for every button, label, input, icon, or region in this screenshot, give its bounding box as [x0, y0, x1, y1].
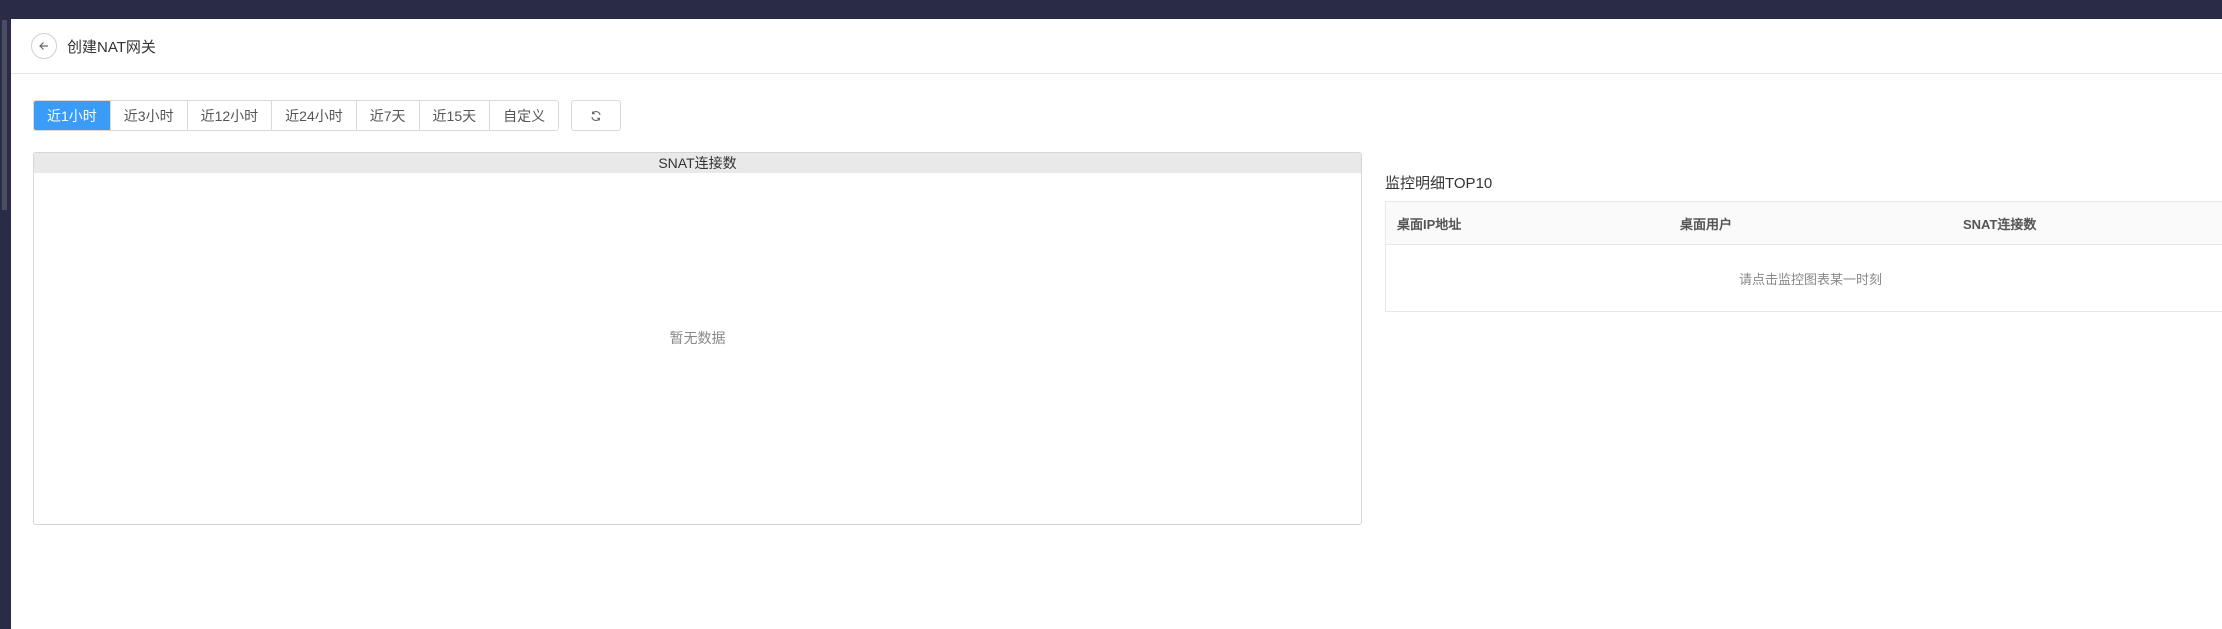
page-header: 创建NAT网关 [11, 19, 2222, 74]
detail-table: 桌面IP地址 桌面用户 SNAT连接数 请点击监控图表某一时刻 [1385, 201, 2222, 312]
column-header-ip: 桌面IP地址 [1397, 216, 1462, 232]
back-button[interactable] [31, 33, 57, 59]
range-7d-button[interactable]: 近7天 [355, 101, 419, 130]
chart-empty-text: 暂无数据 [669, 330, 726, 346]
page-title: 创建NAT网关 [67, 38, 156, 56]
table-header: 桌面IP地址 桌面用户 SNAT连接数 [1386, 202, 2222, 245]
table-empty-text: 请点击监控图表某一时刻 [1738, 271, 1882, 287]
window-edge [0, 0, 11, 629]
table-body: 请点击监控图表某一时刻 [1386, 245, 2222, 311]
arrow-left-icon [39, 42, 48, 50]
column-header-snat: SNAT连接数 [1963, 216, 2037, 232]
range-24h-button[interactable]: 近24小时 [271, 101, 356, 130]
range-custom-button[interactable]: 自定义 [489, 101, 559, 130]
time-range-toolbar: 近1小时 近3小时 近12小时 近24小时 近7天 近15天 自定义 [33, 100, 622, 131]
column-header-user: 桌面用户 [1680, 216, 1733, 232]
range-12h-button[interactable]: 近12小时 [186, 101, 272, 130]
range-15d-button[interactable]: 近15天 [418, 101, 490, 130]
range-3h-button[interactable]: 近3小时 [109, 101, 187, 130]
refresh-button[interactable] [571, 100, 622, 131]
chart-title: SNAT连接数 [34, 153, 1361, 173]
main-panel: 创建NAT网关 近1小时 近3小时 近12小时 近24小时 近7天 近15天 自… [11, 19, 2222, 629]
window-edge-highlight [2, 20, 7, 210]
time-range-group: 近1小时 近3小时 近12小时 近24小时 近7天 近15天 自定义 [33, 100, 560, 131]
refresh-icon [591, 110, 601, 121]
detail-title: 监控明细TOP10 [1385, 175, 1493, 192]
range-1h-button[interactable]: 近1小时 [34, 101, 110, 130]
snat-chart[interactable]: SNAT连接数 暂无数据 [33, 152, 1362, 525]
